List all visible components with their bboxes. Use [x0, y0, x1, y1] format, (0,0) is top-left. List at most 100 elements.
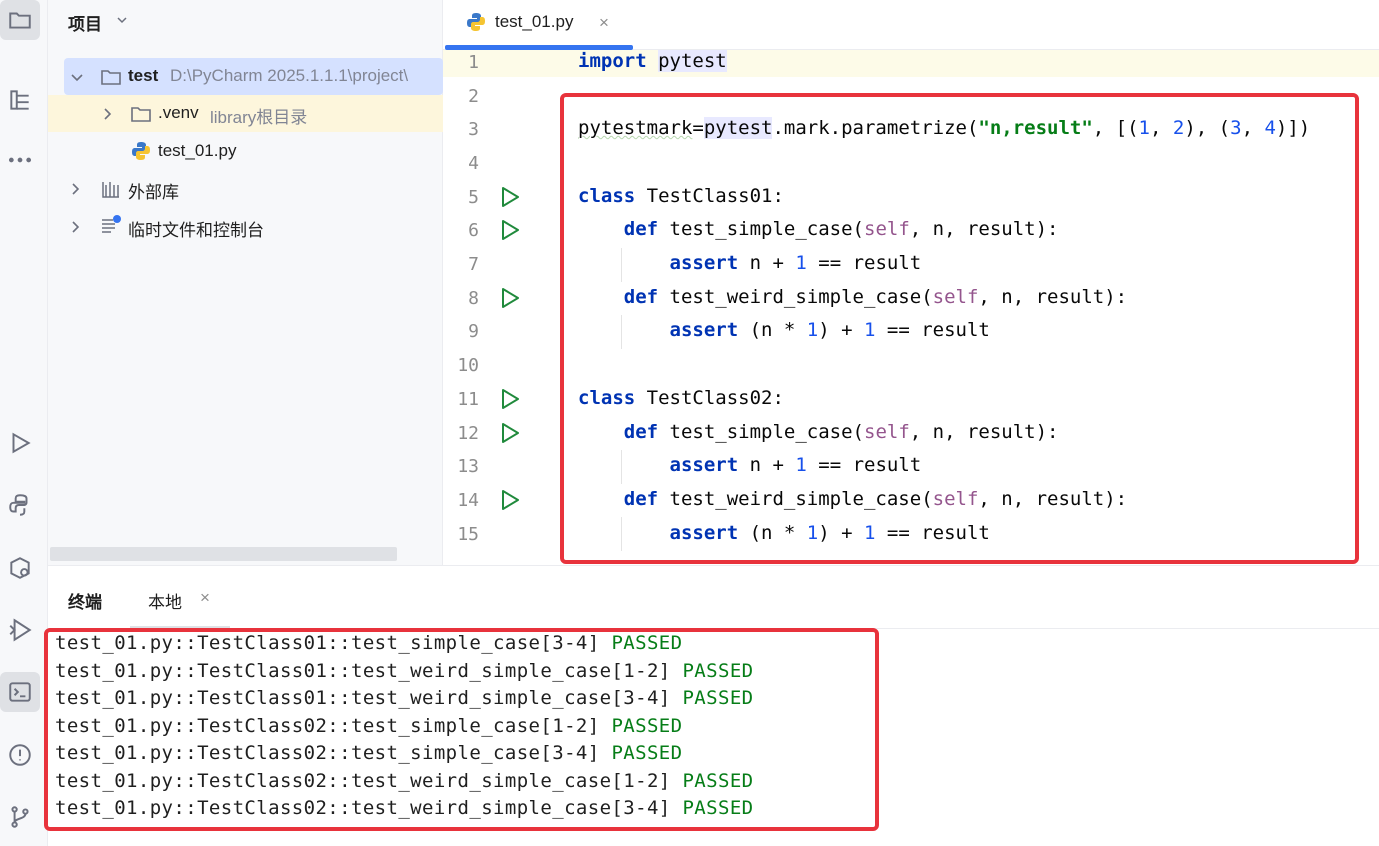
terminal-line: test_01.py::TestClass01::test_simple_cas…	[55, 632, 754, 660]
services-icon[interactable]	[0, 548, 40, 588]
project-panel: 项目 test D:\PyCharm 2025.1.1.1\project\ .…	[48, 0, 443, 565]
line-number: 13	[457, 456, 479, 477]
code-token: == result	[875, 319, 990, 341]
tab-test-01-py[interactable]: test_01.py ×	[443, 0, 633, 50]
tab-local[interactable]: 本地	[148, 588, 182, 613]
status-passed: PASSED	[611, 632, 683, 654]
line-number: 2	[468, 86, 479, 107]
line-number: 12	[457, 423, 479, 444]
code-line: 11 class TestClass02:	[443, 387, 1379, 421]
status-passed: PASSED	[611, 714, 683, 737]
tree-item-venv[interactable]: .venv library根目录	[48, 95, 443, 132]
horizontal-scrollbar[interactable]	[50, 547, 397, 561]
line-number: 14	[457, 490, 479, 511]
terminal-line: test_01.py::TestClass01::test_weird_simp…	[55, 660, 754, 688]
tree-item-hint: library根目录	[210, 108, 308, 127]
tree-item-test-01-py[interactable]: test_01.py	[48, 133, 443, 170]
problems-icon[interactable]	[0, 735, 40, 775]
code-token: , [(	[1092, 117, 1139, 139]
run-gutter-icon[interactable]	[498, 185, 522, 209]
params: , n, result):	[909, 218, 1059, 240]
code-token: ) +	[818, 522, 865, 544]
function-name: test_simple_case(	[658, 421, 864, 443]
run-gutter-icon[interactable]	[498, 421, 522, 445]
run-icon[interactable]	[0, 423, 40, 463]
variable: pytestmark	[578, 117, 693, 139]
folder-icon[interactable]	[0, 0, 40, 40]
editor: test_01.py × 1 import pytest 2 3 pytestm…	[443, 0, 1379, 565]
status-passed: PASSED	[682, 659, 754, 682]
status-passed: PASSED	[682, 797, 754, 819]
tree-item-scratches[interactable]: 临时文件和控制台	[48, 208, 443, 245]
code-line: 15 assert (n * 1) + 1 == result	[443, 522, 1379, 556]
chevron-right-icon[interactable]	[100, 107, 114, 121]
editor-tab-bar: test_01.py ×	[443, 0, 1379, 50]
code-token: n +	[738, 252, 796, 274]
line-number: 6	[468, 220, 479, 241]
run-gutter-icon[interactable]	[498, 218, 522, 242]
number: 1	[864, 319, 876, 341]
params: , n, result):	[978, 286, 1128, 308]
python-console-icon[interactable]	[0, 485, 40, 525]
code-text: assert (n * 1) + 1 == result	[578, 522, 990, 544]
module-name: pytest	[703, 117, 773, 139]
terminal-icon[interactable]	[0, 672, 40, 712]
test-id: test_01.py::TestClass02::test_simple_cas…	[55, 714, 612, 737]
more-icon[interactable]	[0, 140, 40, 180]
git-icon[interactable]	[0, 797, 40, 837]
tree-item-label: .venv	[158, 103, 199, 122]
code-line: 7 assert n + 1 == result	[443, 252, 1379, 286]
terminal-line: test_01.py::TestClass02::test_weird_simp…	[55, 770, 754, 798]
code-token: ,	[1150, 117, 1173, 139]
number: 3	[1230, 117, 1242, 139]
number: 1	[806, 522, 819, 544]
self-param: self	[932, 286, 979, 308]
tree-item-label: test_01.py	[158, 141, 237, 160]
keyword: assert	[669, 319, 739, 341]
library-icon	[102, 182, 119, 198]
python-file-icon	[132, 142, 150, 160]
code-line: 6 def test_simple_case(self, n, result):	[443, 218, 1379, 252]
close-icon[interactable]: ×	[200, 588, 210, 608]
keyword: def	[623, 218, 659, 240]
number: 1	[806, 319, 819, 341]
run-gutter-icon[interactable]	[498, 387, 522, 411]
keyword: assert	[669, 252, 739, 274]
class-name: TestClass01:	[635, 185, 784, 207]
debug-icon[interactable]	[0, 610, 40, 650]
test-id: test_01.py::TestClass01::test_weird_simp…	[55, 659, 683, 682]
tree-item-path: D:\PyCharm 2025.1.1.1\project\	[170, 66, 409, 85]
code-line: 1 import pytest	[443, 50, 1379, 84]
chevron-down-icon[interactable]	[116, 14, 128, 26]
code-text: import pytest	[578, 50, 727, 72]
line-number: 1	[468, 52, 479, 73]
chevron-down-icon[interactable]	[70, 70, 84, 84]
tree-item-external-libraries[interactable]: 外部库	[48, 170, 443, 207]
tree-item-test[interactable]: test D:\PyCharm 2025.1.1.1\project\	[64, 58, 443, 95]
status-passed: PASSED	[682, 687, 754, 709]
code-token: ,	[1241, 117, 1265, 139]
code-token: == result	[806, 454, 922, 476]
number: 1	[795, 252, 807, 274]
code-token: == result	[806, 252, 922, 274]
terminal-line: test_01.py::TestClass02::test_weird_simp…	[55, 797, 754, 825]
chevron-right-icon[interactable]	[68, 220, 82, 234]
terminal-output[interactable]: test_01.py::TestClass01::test_simple_cas…	[55, 632, 754, 825]
keyword: import	[578, 50, 647, 72]
test-id: test_01.py::TestClass02::test_simple_cas…	[55, 742, 612, 764]
close-icon[interactable]: ×	[599, 13, 609, 33]
code-text: def test_simple_case(self, n, result):	[578, 421, 1059, 443]
run-gutter-icon[interactable]	[498, 286, 522, 310]
code-token: (n *	[738, 319, 807, 341]
chevron-right-icon[interactable]	[68, 182, 82, 196]
run-gutter-icon[interactable]	[498, 488, 522, 512]
structure-icon[interactable]	[0, 80, 40, 120]
keyword: def	[623, 488, 659, 510]
code-line: 5 class TestClass01:	[443, 185, 1379, 219]
code-area[interactable]: 1 import pytest 2 3 pytestmark=pytest.ma…	[443, 50, 1379, 565]
terminal-panel: 终端 本地 × test_01.py::TestClass01::test_si…	[48, 565, 1379, 846]
terminal-line: test_01.py::TestClass02::test_simple_cas…	[55, 715, 754, 743]
code-line: 13 assert n + 1 == result	[443, 454, 1379, 488]
self-param: self	[932, 488, 979, 510]
code-line: 10	[443, 353, 1379, 387]
